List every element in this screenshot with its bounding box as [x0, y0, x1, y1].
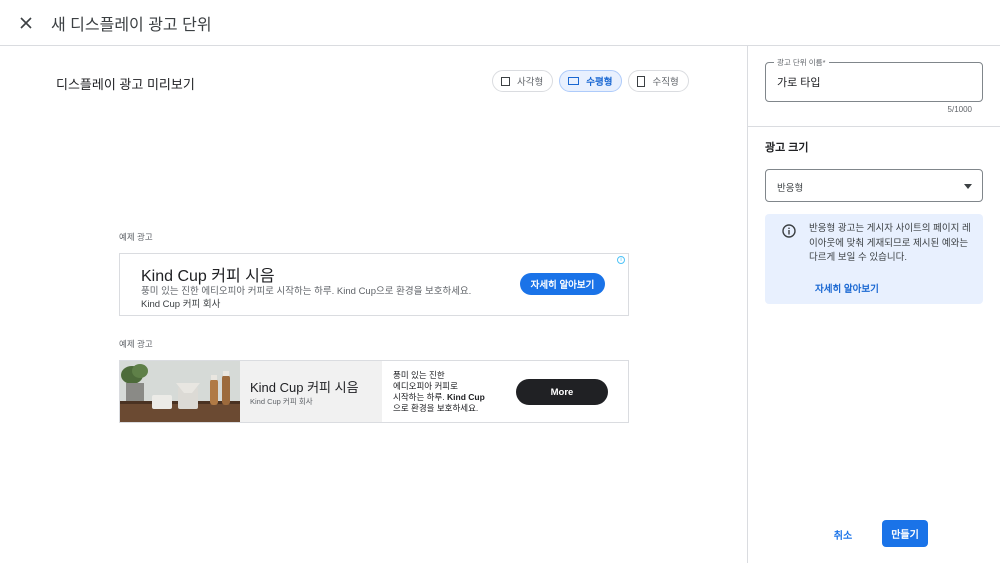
ad-advertiser: Kind Cup 커피 회사 — [141, 299, 221, 310]
ad-description-line: 시작하는 하루. Kind Cup — [393, 392, 503, 403]
preview-panel: 디스플레이 광고 미리보기 사각형 수평형 수직형 예제 광고 Kind Cup… — [0, 46, 747, 563]
section-divider — [748, 126, 1000, 127]
create-button[interactable]: 만들기 — [882, 520, 928, 547]
ad-advertiser: Kind Cup 커피 회사 — [250, 397, 313, 406]
example-ad-image[interactable]: Kind Cup 커피 시음 Kind Cup 커피 회사 풍미 있는 진한 에… — [119, 360, 629, 423]
dialog-header: 새 디스플레이 광고 단위 — [0, 0, 1000, 46]
field-label: 광고 단위 이름* — [774, 57, 829, 68]
dialog-title: 새 디스플레이 광고 단위 — [51, 16, 212, 34]
ad-description-line: 으로 환경을 보호하세요. — [393, 403, 479, 413]
preview-title: 디스플레이 광고 미리보기 — [56, 77, 195, 92]
info-icon[interactable]: i — [617, 256, 625, 264]
ad-size-select[interactable]: 반응형 — [765, 169, 983, 202]
ad-description-line: 에디오피아 커피로 — [393, 381, 458, 391]
ad-description-line: 풍미 있는 진한 — [393, 370, 445, 380]
ad-title-panel: Kind Cup 커피 시음 Kind Cup 커피 회사 — [240, 361, 382, 422]
chevron-down-icon — [964, 184, 972, 189]
layout-horizontal-chip[interactable]: 수평형 — [559, 70, 623, 92]
select-value: 반응형 — [777, 183, 804, 194]
responsive-notice: 반응형 광고는 게시자 사이트의 페이지 레이아웃에 맞춰 게재되므로 제시된 … — [765, 214, 983, 304]
ad-cta-button[interactable]: 자세히 알아보기 — [520, 273, 605, 295]
ad-description-brand: Kind Cup — [447, 392, 485, 402]
layout-toggle-group: 사각형 수평형 수직형 — [492, 70, 689, 92]
vertical-rect-icon — [637, 75, 646, 87]
ad-description: 풍미 있는 진한 에디오피아 커피로 시작하는 하루. Kind Cup 으로 … — [393, 370, 503, 414]
notice-text: 반응형 광고는 게시자 사이트의 페이지 레이아웃에 맞춰 게재되므로 제시된 … — [809, 223, 971, 263]
cancel-button[interactable]: 취소 — [823, 521, 863, 547]
chip-label: 수직형 — [652, 77, 679, 88]
ad-headline: Kind Cup 커피 시음 — [250, 380, 359, 395]
ad-description: 풍미 있는 진한 에티오피아 커피로 시작하는 하루. Kind Cup으로 환… — [141, 286, 472, 297]
ad-size-title: 광고 크기 — [765, 142, 809, 154]
close-icon[interactable] — [15, 12, 37, 34]
settings-panel: 광고 단위 이름* 5/1000 광고 크기 반응형 반응형 광고는 게시자 사… — [748, 46, 1000, 563]
layout-square-chip[interactable]: 사각형 — [492, 70, 554, 92]
horizontal-rect-icon — [568, 77, 580, 85]
ad-more-button[interactable]: More — [516, 379, 608, 405]
ad-description-text: 시작하는 하루. — [393, 392, 445, 402]
character-counter: 5/1000 — [947, 105, 972, 114]
ad-unit-name-input[interactable] — [777, 76, 977, 88]
learn-more-link[interactable]: 자세히 알아보기 — [815, 281, 879, 295]
layout-vertical-chip[interactable]: 수직형 — [628, 70, 689, 92]
chip-label: 수평형 — [586, 77, 613, 88]
ad-unit-name-field[interactable]: 광고 단위 이름* — [765, 57, 983, 102]
info-icon — [782, 224, 796, 238]
example-ad-horizontal[interactable]: Kind Cup 커피 시음 풍미 있는 진한 에티오피아 커피로 시작하는 하… — [119, 253, 629, 316]
square-icon — [501, 76, 510, 86]
chip-label: 사각형 — [517, 77, 544, 88]
example-ad-label: 예제 광고 — [119, 339, 153, 349]
coffee-product-photo — [120, 361, 240, 422]
example-ad-label: 예제 광고 — [119, 232, 153, 242]
